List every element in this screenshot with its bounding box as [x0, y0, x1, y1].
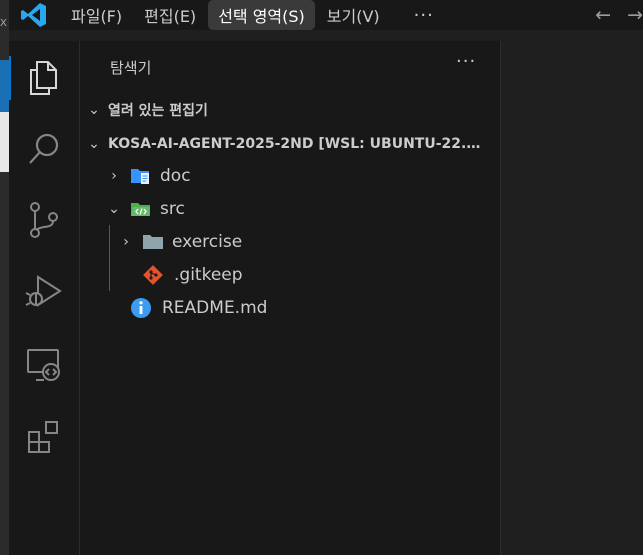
chevron-right-icon: ›	[111, 168, 117, 184]
src-folder-icon	[130, 200, 152, 218]
menu-bar: 파일(F) 편집(E) 선택 영역(S) 보기(V) ···	[61, 0, 434, 30]
tree-item-label: exercise	[172, 232, 243, 252]
tree-item-label: README.md	[162, 298, 268, 318]
tree-item-gitkeep[interactable]: .gitkeep	[80, 259, 500, 291]
menu-view[interactable]: 보기(V)	[317, 0, 390, 30]
background-window-fragment-light	[0, 112, 9, 172]
tree-item-readme[interactable]: README.md	[80, 292, 500, 324]
tree-item-label: .gitkeep	[174, 265, 243, 285]
source-control-icon[interactable]	[9, 192, 79, 248]
explorer-more-button[interactable]: ···	[456, 51, 476, 72]
workspace-section[interactable]: ⌄ KOSA-AI-AGENT-2025-2ND [WSL: UBUNTU-22…	[80, 128, 500, 160]
doc-folder-icon	[130, 167, 152, 185]
explorer-sidebar: 탐색기 ··· ⌄ 열려 있는 편집기 ⌄ KOSA-AI-AGENT-2025…	[80, 41, 501, 555]
explorer-title: 탐색기	[110, 59, 152, 77]
menu-more-button[interactable]: ···	[414, 5, 434, 26]
run-debug-icon[interactable]	[9, 264, 79, 320]
search-icon[interactable]	[9, 121, 79, 177]
vscode-logo-icon	[19, 2, 49, 28]
tree-item-exercise[interactable]: › exercise	[80, 226, 500, 258]
menu-edit[interactable]: 편집(E)	[134, 0, 206, 30]
tree-item-label: doc	[160, 166, 191, 186]
background-window-strip: X	[0, 0, 9, 555]
git-icon	[142, 264, 164, 286]
background-window-fragment	[0, 60, 9, 112]
chevron-down-icon: ⌄	[108, 201, 120, 217]
tree-item-src[interactable]: ⌄ src	[80, 193, 500, 225]
chevron-right-icon: ›	[123, 234, 129, 250]
forward-arrow-icon[interactable]: →	[627, 4, 643, 26]
explorer-icon[interactable]	[9, 50, 79, 106]
open-editors-label: 열려 있는 편집기	[108, 103, 208, 119]
extensions-icon[interactable]	[9, 409, 79, 465]
navigation-arrows: ← →	[585, 4, 643, 26]
remote-explorer-icon[interactable]	[9, 337, 79, 393]
folder-icon	[142, 233, 164, 251]
title-bar: 파일(F) 편집(E) 선택 영역(S) 보기(V) ··· ← →	[9, 0, 643, 30]
activity-bar	[9, 41, 80, 555]
chevron-down-icon: ⌄	[88, 136, 100, 152]
editor-area[interactable]	[501, 41, 643, 555]
background-window-glyph: X	[0, 18, 7, 29]
menu-file[interactable]: 파일(F)	[61, 0, 132, 30]
tree-item-doc[interactable]: › doc	[80, 160, 500, 192]
tree-item-label: src	[160, 199, 185, 219]
workspace-label: KOSA-AI-AGENT-2025-2ND [WSL: UBUNTU-22.…	[108, 136, 481, 152]
open-editors-section[interactable]: ⌄ 열려 있는 편집기	[80, 94, 500, 126]
menu-selection[interactable]: 선택 영역(S)	[208, 0, 315, 30]
info-icon	[130, 297, 152, 319]
back-arrow-icon[interactable]: ←	[595, 4, 611, 26]
chevron-down-icon: ⌄	[88, 102, 100, 118]
